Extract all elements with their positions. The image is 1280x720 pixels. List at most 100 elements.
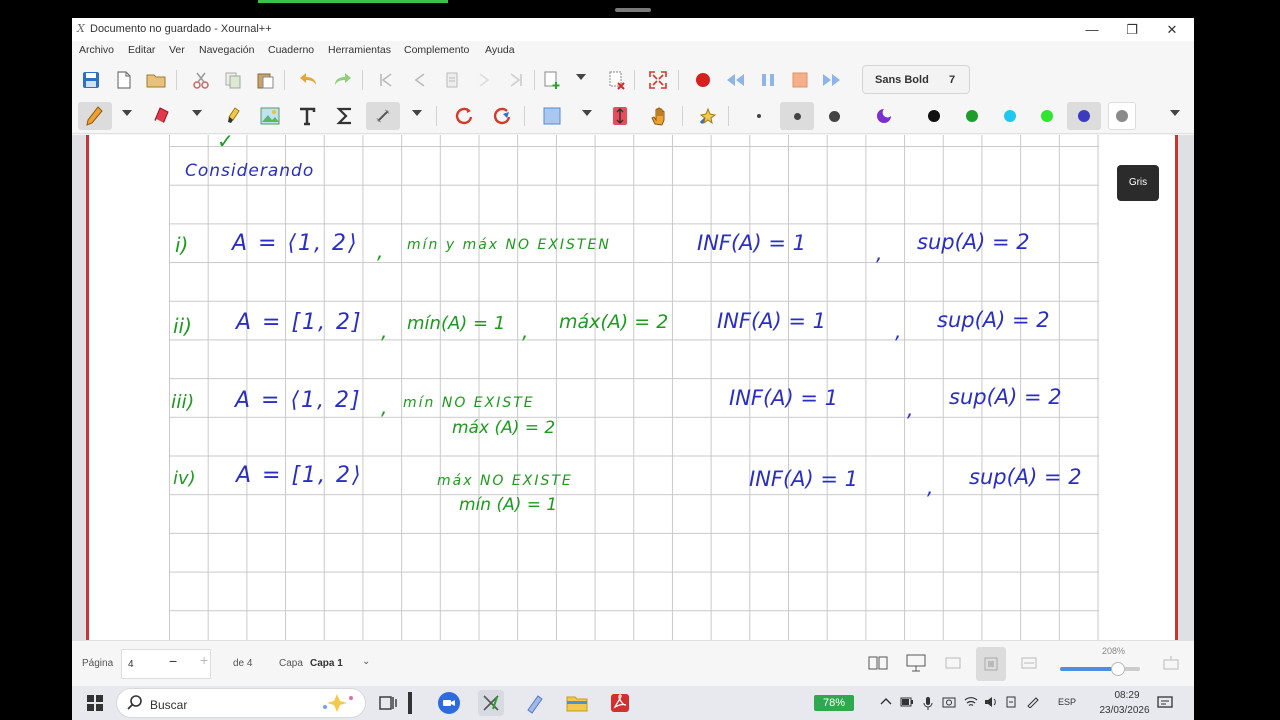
grid-snapping-icon[interactable] xyxy=(488,102,516,130)
record-icon[interactable] xyxy=(689,66,717,94)
file-explorer-icon[interactable] xyxy=(564,690,590,716)
hand-tool-icon[interactable] xyxy=(645,102,673,130)
first-page-icon[interactable] xyxy=(372,66,400,94)
fit-width-icon[interactable] xyxy=(1018,653,1040,673)
delete-page-icon[interactable] xyxy=(602,66,630,94)
chevron-up-icon[interactable] xyxy=(880,696,892,709)
color-gray-swatch[interactable] xyxy=(1108,102,1136,130)
undo-icon[interactable] xyxy=(295,66,323,94)
toolbar-overflow-icon[interactable] xyxy=(1170,110,1180,116)
menu-ver[interactable]: Ver xyxy=(169,44,185,56)
microphone-icon[interactable] xyxy=(922,696,934,713)
menu-archivo[interactable]: Archivo xyxy=(79,44,114,56)
pause-icon[interactable] xyxy=(754,66,782,94)
shape-dropdown-icon[interactable] xyxy=(582,110,592,116)
stop-icon[interactable] xyxy=(786,66,814,94)
page-number-input[interactable]: 4 xyxy=(121,649,211,679)
math-tex-icon[interactable] xyxy=(331,102,359,130)
zoom-out-icon[interactable] xyxy=(942,653,964,673)
notifications-icon[interactable] xyxy=(1157,696,1173,713)
thickness-fine-icon[interactable] xyxy=(745,102,773,130)
pen-settings-icon[interactable] xyxy=(1026,696,1040,711)
menu-ayuda[interactable]: Ayuda xyxy=(485,44,515,56)
color-green-swatch[interactable] xyxy=(958,102,986,130)
zoom-app-icon[interactable] xyxy=(436,690,462,716)
pdf-reader-icon[interactable] xyxy=(607,690,633,716)
eraser-dropdown-icon[interactable] xyxy=(192,110,202,116)
minimize-button[interactable]: — xyxy=(1072,20,1112,40)
fill-opacity-icon[interactable] xyxy=(870,102,898,130)
paste-icon[interactable] xyxy=(251,66,279,94)
menu-complemento[interactable]: Complemento xyxy=(404,44,469,56)
xournal-taskbar-icon[interactable] xyxy=(478,690,504,716)
last-page-icon[interactable] xyxy=(502,66,530,94)
menu-herramientas[interactable]: Herramientas xyxy=(328,44,391,56)
insert-page-dropdown-icon[interactable] xyxy=(576,74,586,80)
previous-page-icon[interactable] xyxy=(406,66,434,94)
volume-icon[interactable] xyxy=(984,696,998,711)
task-view-icon[interactable] xyxy=(375,690,401,716)
layer-selector[interactable]: Capa 1 xyxy=(310,658,343,669)
camera-icon[interactable] xyxy=(942,696,956,711)
pen-tool-icon[interactable] xyxy=(78,102,112,130)
color-cyan-swatch[interactable] xyxy=(996,102,1024,130)
color-light-green-swatch[interactable] xyxy=(1033,102,1061,130)
close-button[interactable]: ✕ xyxy=(1152,20,1192,40)
open-folder-icon[interactable] xyxy=(142,66,170,94)
clock-date[interactable]: 23/03/2026 xyxy=(1087,705,1162,716)
color-blue-swatch[interactable] xyxy=(1067,102,1101,130)
select-tool-icon[interactable] xyxy=(366,102,400,130)
shape-rectangle-icon[interactable] xyxy=(538,102,566,130)
wifi-icon[interactable] xyxy=(964,696,978,711)
select-dropdown-icon[interactable] xyxy=(412,110,422,116)
pen-dropdown-icon[interactable] xyxy=(122,110,132,116)
thickness-medium-icon[interactable] xyxy=(780,102,814,130)
pen-app-icon[interactable] xyxy=(522,690,548,716)
next-page-icon[interactable] xyxy=(470,66,498,94)
new-document-icon[interactable] xyxy=(110,66,138,94)
fit-page-icon[interactable] xyxy=(976,647,1006,681)
battery-indicator[interactable]: 78% xyxy=(814,695,854,711)
toolbox-icon[interactable] xyxy=(694,102,722,130)
highlighter-icon[interactable] xyxy=(219,102,247,130)
pen-toolbar xyxy=(72,98,1194,134)
color-black-swatch[interactable] xyxy=(920,102,948,130)
layer-dropdown-icon[interactable]: ⌄ xyxy=(362,656,370,667)
keyboard-language[interactable]: ESP xyxy=(1058,697,1076,707)
menu-editar[interactable]: Editar xyxy=(128,44,155,56)
fast-forward-icon[interactable] xyxy=(818,66,846,94)
rewind-icon[interactable] xyxy=(721,66,749,94)
menu-cuaderno[interactable]: Cuaderno xyxy=(268,44,314,56)
clock-time[interactable]: 08:29 xyxy=(1102,690,1152,701)
windows-start-icon[interactable] xyxy=(82,690,108,716)
eraser-icon[interactable] xyxy=(148,102,176,130)
menu-navegacion[interactable]: Navegación xyxy=(199,44,254,56)
copy-icon[interactable] xyxy=(219,66,247,94)
maximize-button[interactable]: ❐ xyxy=(1112,20,1152,40)
zoom-slider-handle[interactable] xyxy=(1110,662,1125,676)
presentation-mode-icon[interactable] xyxy=(905,653,927,673)
thickness-thick-icon[interactable] xyxy=(820,102,848,130)
sync-icon[interactable] xyxy=(1005,696,1017,711)
image-icon[interactable] xyxy=(256,102,284,130)
redo-icon[interactable] xyxy=(328,66,356,94)
zoom-slider[interactable] xyxy=(1060,662,1140,676)
text-tool-icon[interactable] xyxy=(293,102,321,130)
battery-icon[interactable] xyxy=(900,696,914,711)
save-icon[interactable] xyxy=(77,66,105,94)
goto-page-icon[interactable] xyxy=(438,66,466,94)
cut-icon[interactable] xyxy=(187,66,215,94)
dual-page-icon[interactable] xyxy=(867,653,889,673)
page-decrement-button[interactable]: − xyxy=(169,653,177,669)
taskbar-search-box[interactable]: Buscar xyxy=(116,688,366,718)
top-drag-handle[interactable] xyxy=(615,8,651,12)
fullscreen-icon[interactable] xyxy=(644,66,672,94)
page-increment-button[interactable]: + xyxy=(200,652,208,668)
vertical-space-icon[interactable] xyxy=(606,102,634,130)
rotation-snapping-icon[interactable] xyxy=(450,102,478,130)
document-page[interactable]: ✓ Considerando i) A = ⟨1, 2⟩ , mín y máx… xyxy=(86,135,1178,640)
insert-page-icon[interactable] xyxy=(538,66,566,94)
zoom-in-icon[interactable] xyxy=(1160,653,1182,673)
font-selector-button[interactable]: Sans Bold 7 xyxy=(862,65,970,94)
document-canvas[interactable]: ✓ Considerando i) A = ⟨1, 2⟩ , mín y máx… xyxy=(72,135,1194,640)
